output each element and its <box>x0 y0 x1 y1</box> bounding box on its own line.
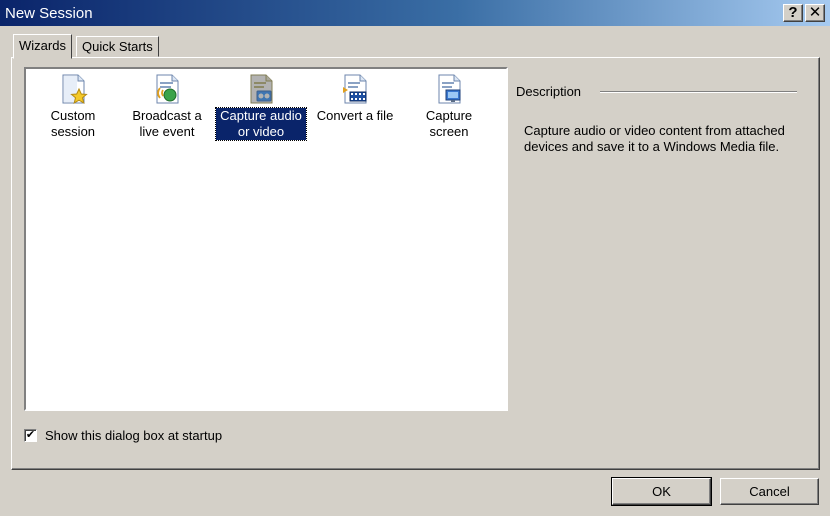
wizard-label: Convert a file <box>316 108 394 123</box>
capture-av-icon <box>250 74 273 104</box>
ok-button[interactable]: OK <box>611 477 712 506</box>
wizard-item-capture-screen[interactable]: Capture screen <box>404 71 494 140</box>
tab-quick-starts[interactable]: Quick Starts <box>76 36 159 57</box>
window-title: New Session <box>5 5 93 22</box>
description-title: Description <box>516 84 582 99</box>
startup-checkbox-label: Show this dialog box at startup <box>45 428 223 443</box>
description-divider <box>600 91 797 93</box>
capture-screen-icon <box>438 74 461 104</box>
cancel-button[interactable]: Cancel <box>720 478 819 505</box>
wizard-label: Custom session <box>50 108 96 139</box>
convert-file-icon <box>343 74 367 104</box>
help-icon: ? <box>788 4 798 21</box>
checkmark-icon: ✔ <box>25 429 36 441</box>
tab-wizards[interactable]: Wizards <box>13 34 72 59</box>
close-button[interactable]: ✕ <box>805 4 825 22</box>
broadcast-icon <box>156 74 179 104</box>
wizard-list[interactable]: Custom session Broadcast a live event Ca… <box>24 67 508 411</box>
tab-quick-starts-label: Quick Starts <box>82 39 153 54</box>
wizard-item-custom-session[interactable]: Custom session <box>28 71 118 140</box>
title-bar: New Session ? ✕ <box>0 0 830 26</box>
wizard-item-broadcast[interactable]: Broadcast a live event <box>122 71 212 140</box>
wizard-label: Broadcast a live event <box>132 108 202 139</box>
tab-wizards-label: Wizards <box>19 38 66 53</box>
custom-session-icon <box>62 74 88 105</box>
wizard-item-capture-av[interactable]: Capture audio or video <box>215 71 307 141</box>
wizard-label: Capture screen <box>425 108 473 139</box>
description-text: Capture audio or video content from atta… <box>524 123 785 154</box>
wizard-label: Capture audio or video <box>215 107 307 141</box>
wizard-item-convert-file[interactable]: Convert a file <box>310 71 400 124</box>
close-icon: ✕ <box>808 4 822 21</box>
startup-checkbox[interactable]: ✔ <box>24 429 37 442</box>
help-button[interactable]: ? <box>783 4 803 22</box>
